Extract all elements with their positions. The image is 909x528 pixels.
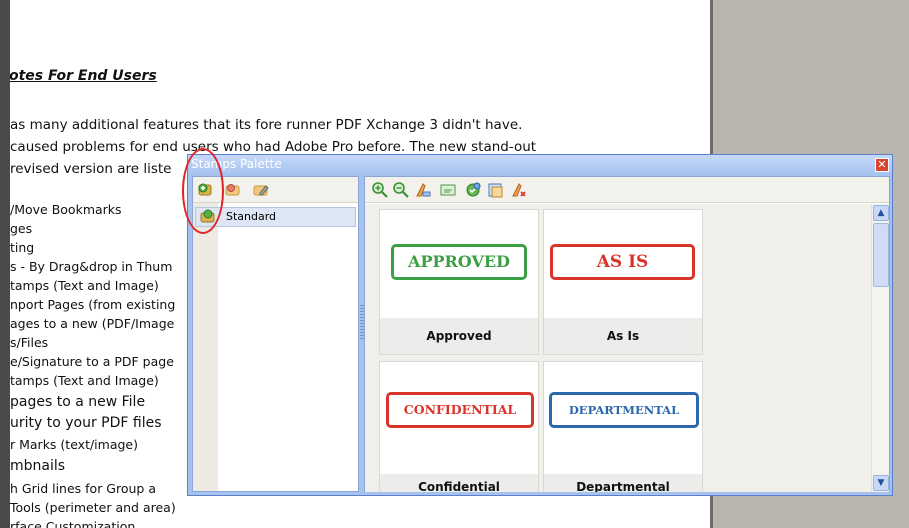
category-pane: Standard	[192, 176, 359, 492]
document-list-item: tamps (Text and Image)	[10, 278, 159, 293]
stamp-properties-icon[interactable]	[463, 180, 483, 200]
stamp-tile-as-is[interactable]: AS IS As Is	[543, 209, 703, 355]
document-list-item: pages to a new File	[10, 394, 146, 410]
document-list-item: urity to your PDF files	[10, 415, 162, 431]
stamp-tile-approved[interactable]: APPROVED Approved	[379, 209, 539, 355]
page-edge	[0, 0, 10, 528]
zoom-in-icon[interactable]	[370, 180, 390, 200]
stamp-badge: CONFIDENTIAL	[386, 392, 534, 428]
document-paragraph-line: revised version are liste	[10, 161, 172, 177]
stamps-palette-window[interactable]: Stamps Palette ✕ Standard APPROVED Appro…	[187, 154, 893, 496]
scroll-up-button[interactable]: ▲	[873, 205, 889, 221]
stamp-caption: Approved	[380, 318, 538, 354]
scrollbar-thumb[interactable]	[873, 223, 889, 287]
category-gutter	[193, 203, 218, 491]
document-list-item: nport Pages (from existing	[10, 297, 176, 312]
document-list-item: /Move Bookmarks	[10, 202, 122, 217]
stamp-badge: APPROVED	[391, 244, 527, 280]
stamp-caption: As Is	[544, 318, 702, 354]
copy-stamp-icon[interactable]	[486, 180, 506, 200]
delete-stamp-icon[interactable]	[509, 180, 529, 200]
stamp-toolbar	[365, 177, 889, 203]
edit-stamp-icon[interactable]	[439, 180, 459, 200]
scroll-down-button[interactable]: ▼	[873, 475, 889, 491]
zoom-out-icon[interactable]	[391, 180, 411, 200]
edit-category-icon[interactable]	[251, 180, 271, 200]
stamp-grid: APPROVED Approved AS IS As Is CONFIDENTI…	[365, 204, 871, 492]
document-list-item: h Grid lines for Group a	[10, 481, 156, 496]
document-paragraph-line: caused problems for end users who had Ad…	[10, 139, 537, 155]
document-list-item: s/Files	[10, 335, 49, 350]
stamp-tile-confidential[interactable]: CONFIDENTIAL Confidential	[379, 361, 539, 492]
new-stamp-icon[interactable]	[413, 180, 433, 200]
document-list-item: mbnails	[10, 458, 66, 474]
vertical-scrollbar[interactable]: ▲ ▼	[871, 204, 889, 492]
highlight-ellipse	[182, 148, 224, 234]
stamp-pane: APPROVED Approved AS IS As Is CONFIDENTI…	[364, 176, 890, 492]
stamp-caption: Departmental	[544, 474, 702, 492]
document-list-item: rface Customization	[10, 519, 136, 528]
category-label: Standard	[226, 210, 277, 223]
close-button[interactable]: ✕	[875, 158, 889, 172]
document-list-item: e/Signature to a PDF page	[10, 354, 174, 369]
stamp-tile-departmental[interactable]: DEPARTMENTAL Departmental	[543, 361, 703, 492]
title-bar[interactable]: Stamps Palette ✕	[188, 155, 892, 175]
document-list-item: ges	[10, 221, 33, 236]
document-list-item: Tools (perimeter and area)	[10, 500, 176, 515]
document-list-item: ages to a new (PDF/Image	[10, 316, 175, 331]
document-list-item: r Marks (text/image)	[10, 437, 138, 452]
document-paragraph-line: as many additional features that its for…	[10, 117, 523, 133]
document-heading: otes For End Users	[10, 68, 157, 84]
document-list-item: ting	[10, 240, 35, 255]
stamp-badge: AS IS	[550, 244, 695, 280]
document-list-item: tamps (Text and Image)	[10, 373, 159, 388]
stamp-badge: DEPARTMENTAL	[549, 392, 699, 428]
stamp-caption: Confidential	[380, 474, 538, 492]
document-list-item: s - By Drag&drop in Thum	[10, 259, 173, 274]
remove-category-icon[interactable]	[223, 180, 243, 200]
